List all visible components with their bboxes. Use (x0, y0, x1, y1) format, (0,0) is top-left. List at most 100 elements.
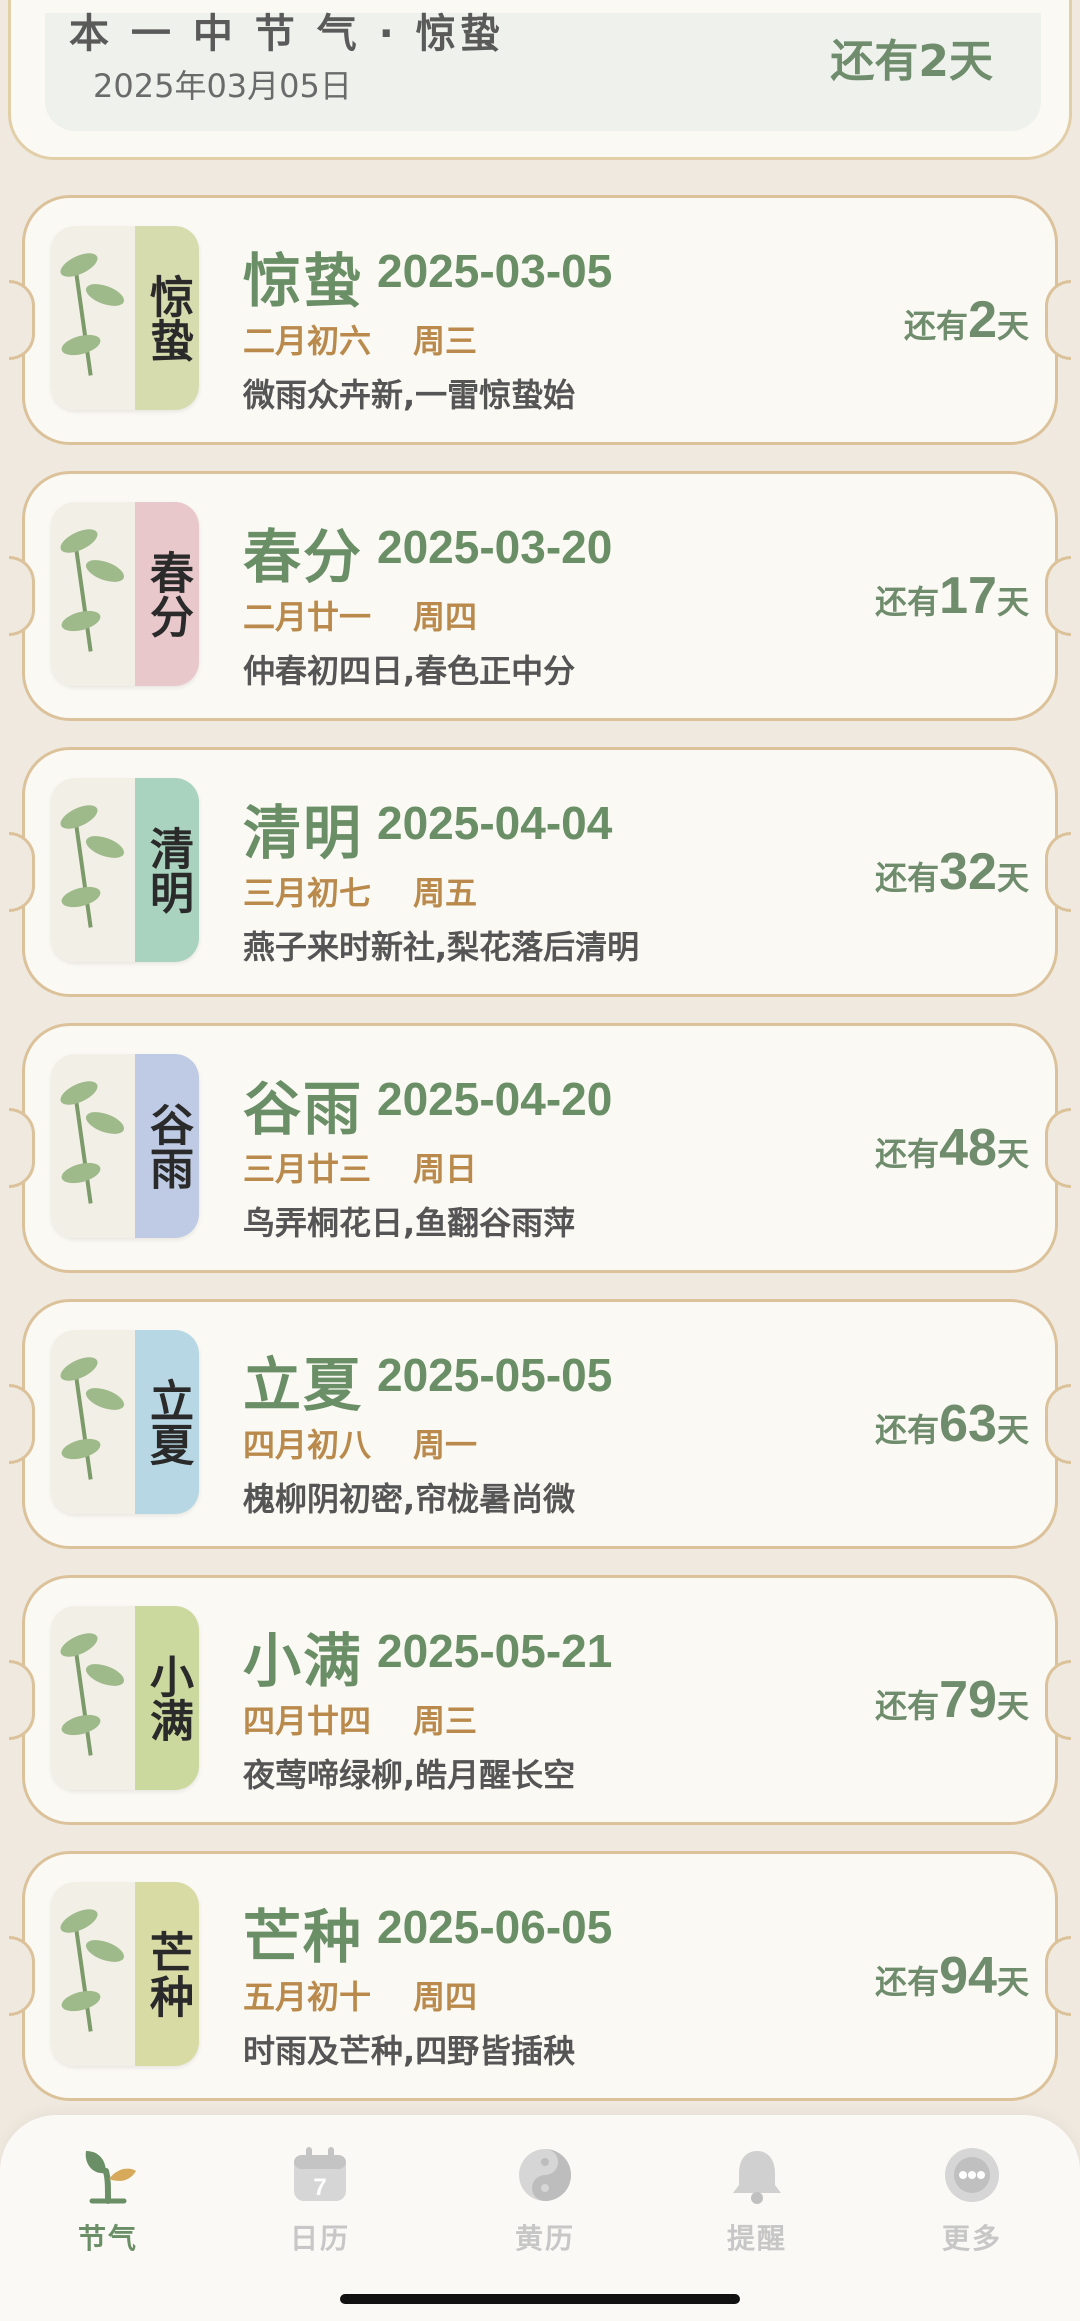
painting-image (51, 226, 135, 410)
solar-term-card[interactable]: 小满 小满 2025-05-21 四月廿四 周三 夜莺啼绿柳,皓月醒长空 还有7… (9, 1575, 1071, 1825)
weekday: 周四 (413, 1978, 478, 2016)
bottom-tab-bar: 节气 7 日历 黄历 提醒 更多 (0, 2115, 1080, 2321)
tab-almanac[interactable]: 黄历 (465, 2145, 625, 2257)
tab-label: 黄历 (514, 2222, 575, 2255)
countdown-days: 32 (939, 843, 997, 901)
tab-more[interactable]: 更多 (892, 2145, 1052, 2257)
countdown-suffix: 天 (996, 1963, 1029, 2001)
calligraphy-band: 春分 (135, 502, 199, 686)
term-name: 谷雨 (243, 1075, 364, 1143)
lunar-date: 三月廿三 (243, 1150, 372, 1188)
solar-term-card[interactable]: 惊蛰 惊蛰 2025-03-05 二月初六 周三 微雨众卉新,一雷惊蛰始 还有2… (9, 195, 1071, 445)
lunar-date: 四月廿四 (243, 1702, 372, 1740)
solar-term-card[interactable]: 立夏 立夏 2025-05-05 四月初八 周一 槐柳阴初密,帘栊暑尚微 还有6… (9, 1299, 1071, 1549)
countdown-suffix: 天 (996, 583, 1029, 621)
painting-image (51, 778, 135, 962)
lunar-date: 五月初十 (243, 1978, 372, 2016)
current-term-title: 本 一 中 节 气 · 惊蛰 (69, 11, 504, 57)
term-name: 惊蛰 (243, 247, 364, 315)
days-countdown: 还有32天 (875, 842, 1029, 902)
countdown-suffix: 天 (996, 1135, 1029, 1173)
calligraphy-text: 芒种 (142, 1930, 193, 2018)
lunar-date: 二月初六 (243, 322, 372, 360)
tab-solar-terms[interactable]: 节气 (28, 2145, 188, 2257)
term-poem: 夜莺啼绿柳,皓月醒长空 (243, 1756, 576, 1794)
countdown-days: 79 (939, 1671, 997, 1729)
term-poem: 微雨众卉新,一雷惊蛰始 (243, 376, 576, 414)
term-poem: 时雨及芒种,四野皆插秧 (243, 2032, 576, 2070)
home-indicator (340, 2294, 740, 2304)
calligraphy-text: 春分 (142, 550, 193, 638)
term-poem: 仲春初四日,春色正中分 (243, 652, 576, 690)
term-name: 芒种 (243, 1903, 364, 1971)
painting-image (51, 502, 135, 686)
solar-term-card[interactable]: 谷雨 谷雨 2025-04-20 三月廿三 周日 鸟弄桐花日,鱼翻谷雨萍 还有4… (9, 1023, 1071, 1273)
calligraphy-band: 谷雨 (135, 1054, 199, 1238)
solar-term-card[interactable]: 清明 清明 2025-04-04 三月初七 周五 燕子来时新社,梨花落后清明 还… (9, 747, 1071, 997)
lunar-date: 四月初八 (243, 1426, 372, 1464)
solar-term-illustration: 清明 (51, 778, 199, 962)
countdown-prefix: 还有 (875, 1963, 940, 2001)
current-term-card[interactable]: 本 一 中 节 气 · 惊蛰 2025年03月05日 还有2天 (8, 0, 1072, 160)
term-date: 2025-04-04 (377, 797, 613, 849)
countdown-prefix: 还有 (875, 1687, 940, 1725)
days-countdown: 还有17天 (875, 566, 1029, 626)
painting-image (51, 1882, 135, 2066)
weekday: 周五 (413, 874, 478, 912)
countdown-days: 17 (939, 567, 997, 625)
solar-term-card[interactable]: 春分 春分 2025-03-20 二月廿一 周四 仲春初四日,春色正中分 还有1… (9, 471, 1071, 721)
solar-term-illustration: 惊蛰 (51, 226, 199, 410)
days-countdown: 还有94天 (875, 1946, 1029, 2006)
countdown-prefix: 还有 (875, 859, 940, 897)
weekday: 周三 (413, 1702, 478, 1740)
countdown-suffix: 天 (996, 307, 1029, 345)
calligraphy-band: 立夏 (135, 1330, 199, 1514)
tab-calendar[interactable]: 7 日历 (240, 2145, 400, 2257)
tab-label: 提醒 (726, 2222, 787, 2255)
term-date: 2025-03-05 (377, 245, 613, 297)
term-date: 2025-04-20 (377, 1073, 613, 1125)
countdown-prefix: 还有 (875, 1135, 940, 1173)
term-date: 2025-05-21 (377, 1625, 613, 1677)
solar-term-illustration: 立夏 (51, 1330, 199, 1514)
tab-label: 更多 (941, 2222, 1002, 2255)
calligraphy-text: 清明 (142, 826, 193, 914)
days-countdown: 还有63天 (875, 1394, 1029, 1454)
calligraphy-text: 立夏 (142, 1378, 193, 1466)
term-poem: 燕子来时新社,梨花落后清明 (243, 928, 640, 966)
solar-term-illustration: 春分 (51, 502, 199, 686)
current-term-panel: 本 一 中 节 气 · 惊蛰 2025年03月05日 还有2天 (45, 11, 1041, 131)
yin-yang-icon (515, 2145, 575, 2205)
term-poem: 鸟弄桐花日,鱼翻谷雨萍 (243, 1204, 576, 1242)
lunar-date: 三月初七 (243, 874, 372, 912)
days-countdown: 还有2天 (904, 290, 1029, 350)
term-date: 2025-05-05 (377, 1349, 613, 1401)
sprout-icon (78, 2145, 138, 2205)
tab-label: 日历 (289, 2222, 350, 2255)
term-name: 清明 (243, 799, 364, 867)
weekday: 周日 (413, 1150, 478, 1188)
painting-image (51, 1606, 135, 1790)
term-name: 立夏 (243, 1351, 364, 1419)
countdown-days: 48 (939, 1119, 997, 1177)
term-name: 小满 (243, 1627, 364, 1695)
tab-reminders[interactable]: 提醒 (677, 2145, 837, 2257)
more-icon (942, 2145, 1002, 2205)
tab-label: 节气 (77, 2222, 138, 2255)
calligraphy-band: 惊蛰 (135, 226, 199, 410)
calligraphy-band: 芒种 (135, 1882, 199, 2066)
solar-term-card[interactable]: 芒种 芒种 2025-06-05 五月初十 周四 时雨及芒种,四野皆插秧 还有9… (9, 1851, 1071, 2101)
lunar-date: 二月廿一 (243, 598, 372, 636)
countdown-suffix: 天 (996, 1687, 1029, 1725)
countdown-days: 94 (939, 1947, 997, 2005)
countdown-suffix: 天 (996, 1411, 1029, 1449)
solar-term-illustration: 谷雨 (51, 1054, 199, 1238)
weekday: 周三 (413, 322, 478, 360)
calligraphy-band: 清明 (135, 778, 199, 962)
term-poem: 槐柳阴初密,帘栊暑尚微 (243, 1480, 576, 1518)
term-name: 春分 (243, 523, 364, 591)
term-date: 2025-03-20 (377, 521, 613, 573)
calligraphy-text: 谷雨 (142, 1102, 193, 1190)
term-date: 2025-06-05 (377, 1901, 613, 1953)
calendar-icon: 7 (290, 2145, 350, 2205)
